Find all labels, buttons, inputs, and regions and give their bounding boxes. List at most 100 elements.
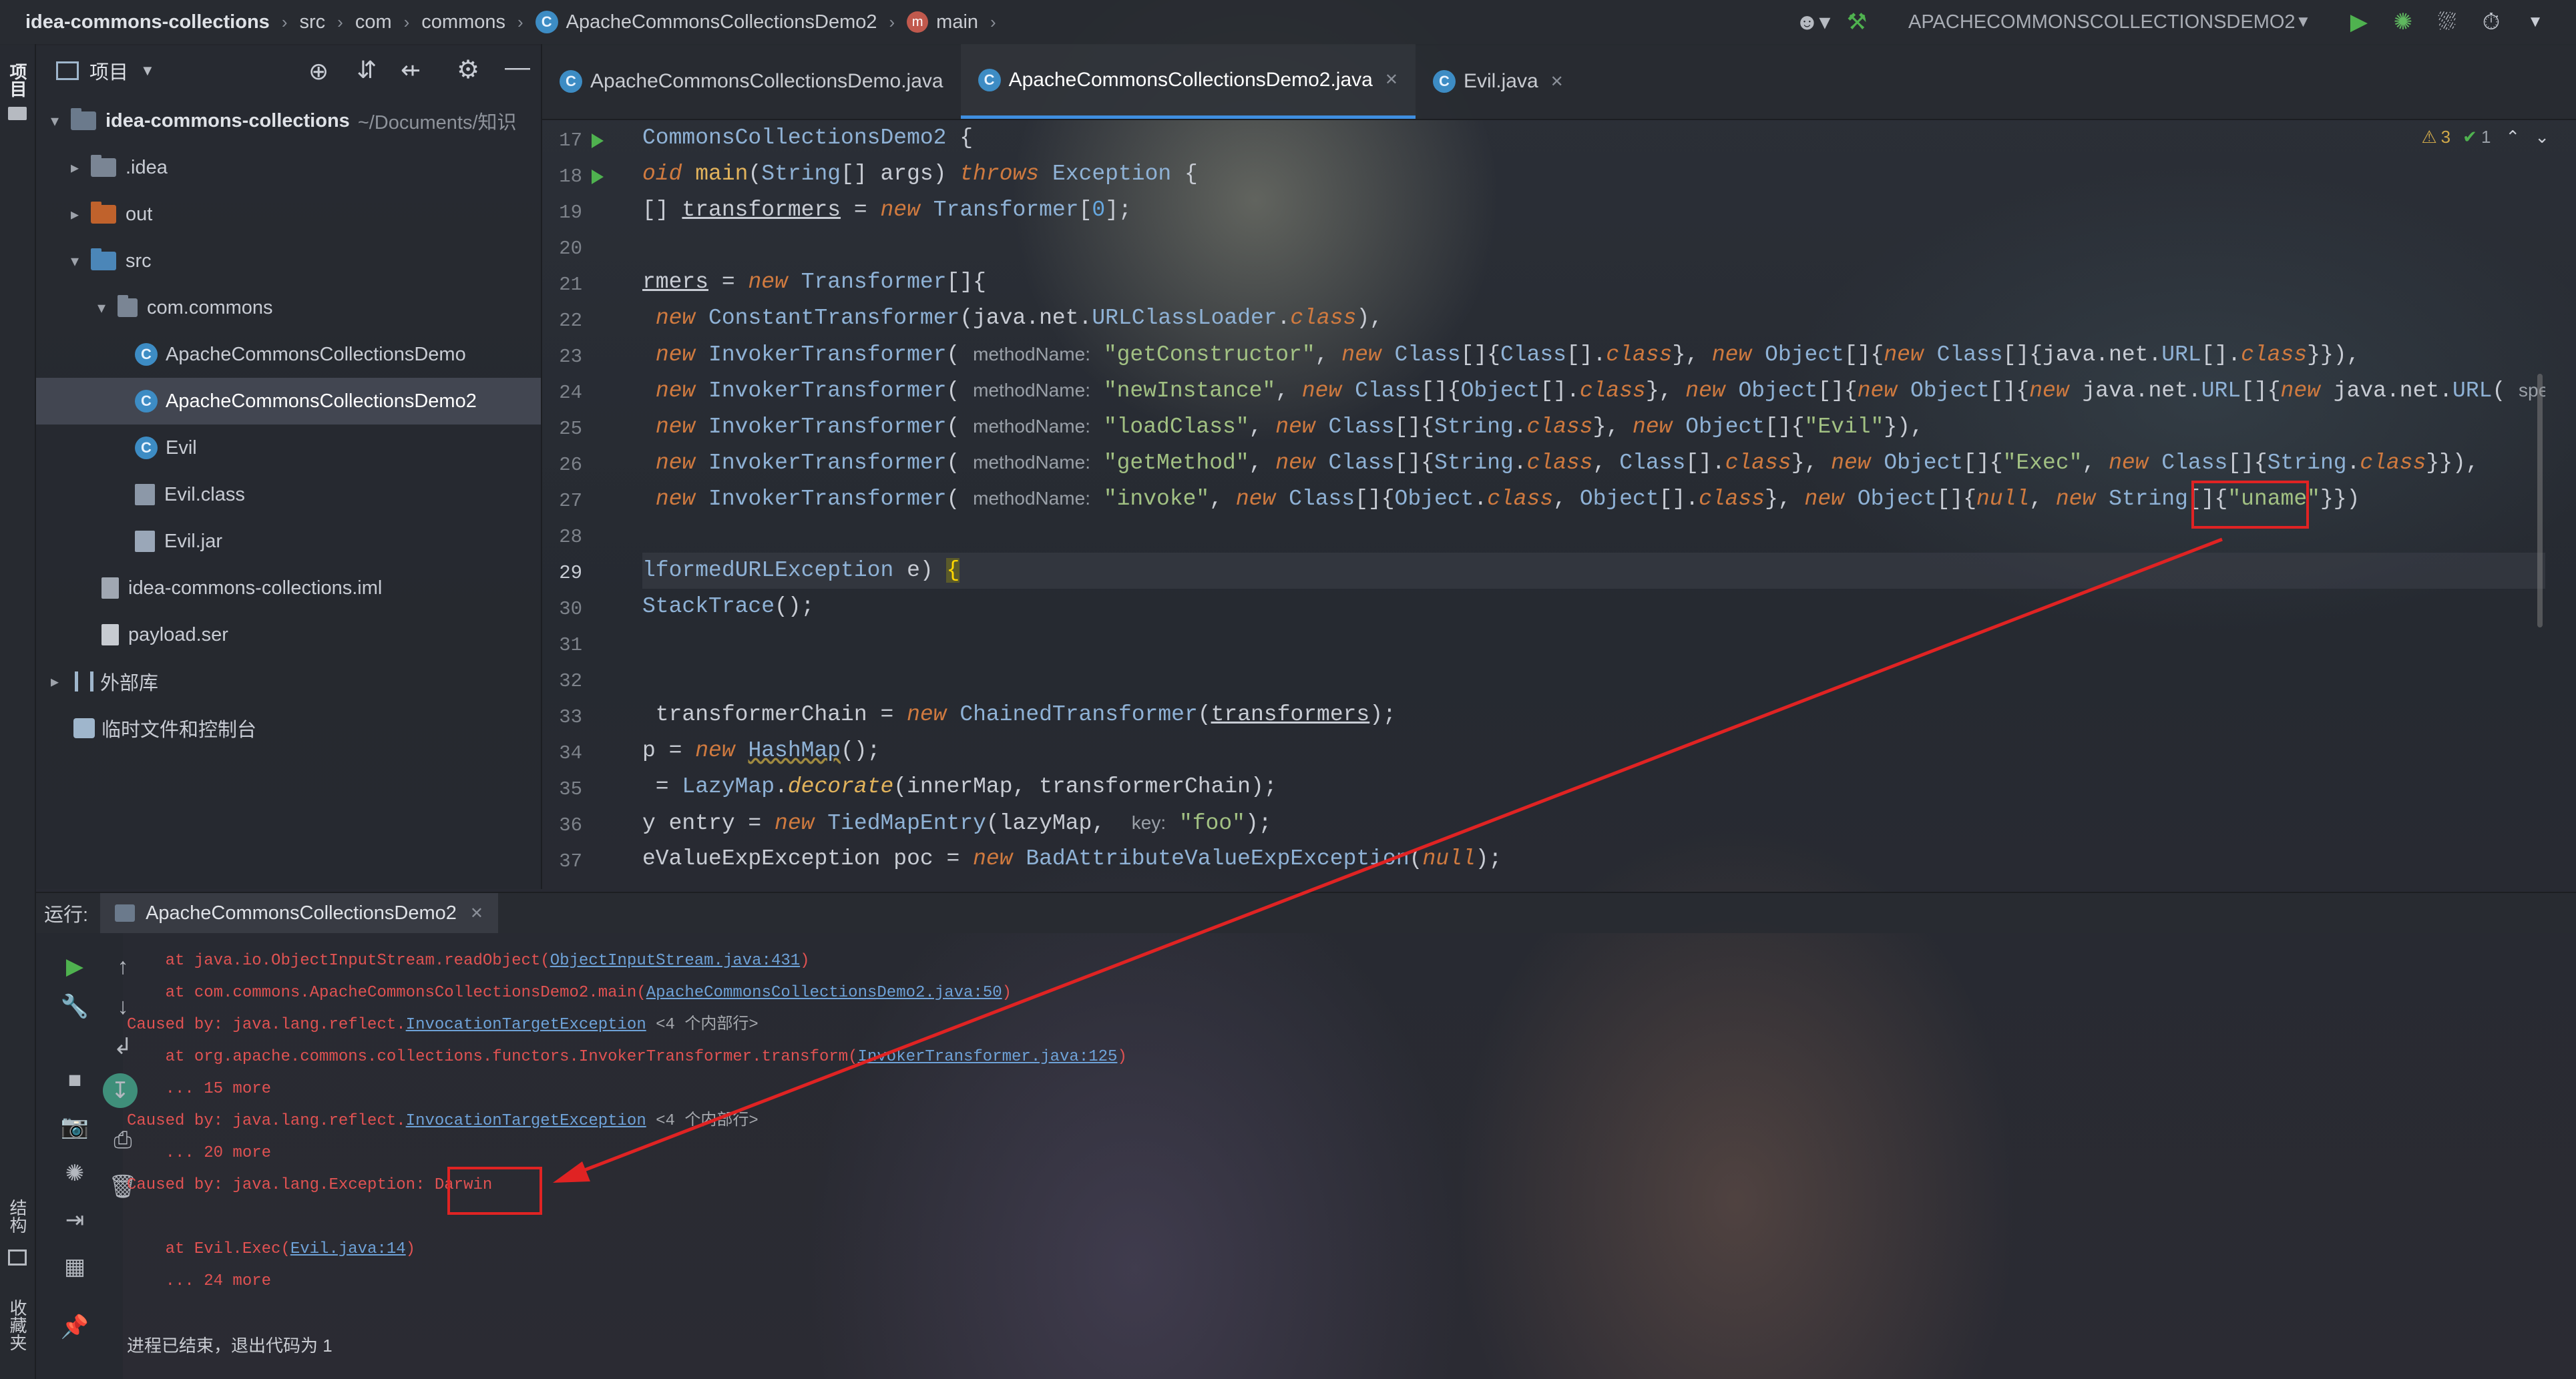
console-output[interactable]: at java.io.ObjectInputStream.readObject(… [127,933,2571,1379]
breadcrumb-com[interactable]: com [355,11,392,33]
internal-lines-fold[interactable]: <4 个内部行> [646,1016,759,1034]
package-icon [118,295,138,317]
close-icon[interactable]: ✕ [1550,72,1564,91]
collapse-all-icon[interactable]: ⇷ [401,56,421,84]
tree-item-label: Evil.jar [164,530,223,552]
exit-icon[interactable]: ⇥ [55,1200,95,1240]
tab-demo2[interactable]: C ApacheCommonsCollectionsDemo2.java ✕ [960,44,1416,119]
run-configuration-select[interactable]: APACHECOMMONSCOLLECTIONSDEMO2 ▼ [1891,5,2318,39]
console-link[interactable]: InvokerTransformer.java:125 [858,1048,1118,1066]
console-link[interactable]: ObjectInputStream.java:431 [550,952,800,970]
chevron-down-icon: ▼ [2295,13,2312,31]
project-tool-tab[interactable]: 项目 [5,63,30,97]
structure-tool-tab[interactable]: 结构 [5,1199,30,1233]
breadcrumb-project[interactable]: idea-commons-collections [25,11,270,33]
tree-item-idea[interactable]: ▸ .idea [36,144,541,191]
chevron-down-icon[interactable]: ▼ [140,62,155,79]
tree-item-package[interactable]: ▾ com.commons [36,284,541,331]
run-gutter-icon[interactable] [592,133,604,148]
console-link[interactable]: Evil.java:14 [290,1240,406,1258]
code-line-27: new InvokerTransformer( methodName: "inv… [655,487,2360,511]
tree-item-class-demo[interactable]: C ApacheCommonsCollectionsDemo [36,331,541,378]
run-panel-header: 运行: ApacheCommonsCollectionsDemo2 ✕ [36,892,2576,933]
run-icon[interactable]: ▶ [2341,4,2377,40]
tree-item-src[interactable]: ▾ src [36,238,541,284]
chevron-right-icon[interactable]: ▸ [47,672,63,692]
tree-item-project-root[interactable]: ▾ idea-commons-collections ~/Documents/知… [36,97,541,144]
inspection-widget[interactable]: ⚠ 3 ✔ 1 ⌃ ⌄ [2421,127,2549,148]
chevron-down-icon[interactable]: ⌄ [2535,127,2549,148]
console-link[interactable]: ApacheCommonsCollectionsDemo2.java:50 [646,984,1002,1002]
rerun-icon[interactable]: ▶ [55,946,95,987]
chevron-right-icon: › [990,11,996,32]
layout-icon[interactable]: ▦ [55,1247,95,1287]
locate-icon[interactable]: ⊕ [308,57,329,85]
project-panel-title[interactable]: 项目 [89,57,128,85]
tab-demo[interactable]: C ApacheCommonsCollectionsDemo.java [542,44,961,119]
console-line: Caused by: java.lang.Exception: Darwin [127,1176,493,1194]
console-line: at com.commons.ApacheCommonsCollectionsD… [127,984,1012,1002]
minimize-icon[interactable]: — [505,53,530,82]
console-line: at org.apache.commons.collections.functo… [127,1048,1127,1066]
tree-item-evil[interactable]: C Evil [36,425,541,471]
pin-icon[interactable]: 📌 [55,1307,95,1347]
chevron-down-icon[interactable]: ▾ [67,252,83,271]
expand-all-icon[interactable]: ⇵ [357,56,377,84]
line-number: 17 [559,129,582,152]
breadcrumb-commons[interactable]: commons [421,11,505,33]
stop-icon[interactable]: ■ [55,1060,95,1100]
breadcrumb-class[interactable]: ApacheCommonsCollectionsDemo2 [566,11,877,33]
close-icon[interactable]: ✕ [1385,70,1398,89]
build-hammer-icon[interactable]: ⚒ [1839,4,1875,40]
chevron-down-icon[interactable]: ▾ [47,111,63,131]
close-icon[interactable]: ✕ [470,904,483,923]
tree-item-class-demo2[interactable]: C ApacheCommonsCollectionsDemo2 [36,378,541,425]
run-panel-label: 运行: [44,904,89,926]
user-icon[interactable]: ☻▾ [1795,4,1831,40]
tree-item-out[interactable]: ▸ out [36,191,541,238]
left-tool-strip: 项目 结构 收藏夹 [0,44,36,1379]
coverage-icon[interactable]: ⛆ [2429,4,2465,40]
toolbar-right: ☻▾ ⚒ APACHECOMMONSCOLLECTIONSDEMO2 ▼ ▶ ✺… [1791,0,2576,44]
console-link[interactable]: InvocationTargetException [406,1112,646,1130]
camera-icon[interactable]: 📷 [55,1107,95,1147]
more-chevron-icon[interactable]: ▼ [2517,4,2553,40]
run-gutter-icon[interactable] [592,170,604,184]
breadcrumb-src[interactable]: src [299,11,325,33]
tree-item-iml[interactable]: idea-commons-collections.iml [36,565,541,611]
favorites-tool-tab[interactable]: 收藏夹 [5,1299,30,1351]
tree-item-label: payload.ser [128,623,228,645]
check-icon: ✔ [2462,127,2477,147]
profile-icon[interactable]: ⏱ [2473,4,2509,40]
wrench-icon[interactable]: 🔧 [55,987,95,1027]
tree-item-evil-class[interactable]: Evil.class [36,471,541,518]
warning-icon: ⚠ [2421,127,2437,147]
breadcrumb-method[interactable]: main [936,11,978,33]
tree-item-label: Evil.class [164,483,245,505]
ok-count: 1 [2481,127,2491,147]
tab-evil[interactable]: C Evil.java ✕ [1416,44,1581,119]
line-number: 32 [559,670,582,692]
tree-item-evil-jar[interactable]: Evil.jar [36,518,541,565]
tab-label: ApacheCommonsCollectionsDemo.java [590,70,943,92]
line-number: 21 [559,274,582,296]
tab-label: ApacheCommonsCollectionsDemo2.java [1008,68,1373,91]
tree-item-payload[interactable]: payload.ser [36,611,541,658]
debug-icon[interactable]: ✺ [2385,4,2421,40]
run-tab-label: ApacheCommonsCollectionsDemo2 [146,902,457,924]
editor-scrollbar[interactable] [2537,374,2543,627]
line-number: 33 [559,706,582,728]
console-link[interactable]: InvocationTargetException [406,1016,646,1034]
chevron-right-icon[interactable]: ▸ [67,158,83,178]
tree-item-scratches[interactable]: 临时文件和控制台 [36,705,541,752]
tree-item-external-libs[interactable]: ▸ 外部库 [36,658,541,705]
chevron-right-icon[interactable]: ▸ [67,205,83,224]
gear-icon[interactable]: ⚙ [457,55,479,85]
chevron-down-icon[interactable]: ▾ [93,298,110,318]
internal-lines-fold[interactable]: <4 个内部行> [646,1112,759,1130]
bug-icon[interactable]: ✺ [55,1153,95,1193]
run-tab[interactable]: ApacheCommonsCollectionsDemo2 ✕ [100,893,498,933]
chevron-up-icon[interactable]: ⌃ [2505,127,2520,148]
